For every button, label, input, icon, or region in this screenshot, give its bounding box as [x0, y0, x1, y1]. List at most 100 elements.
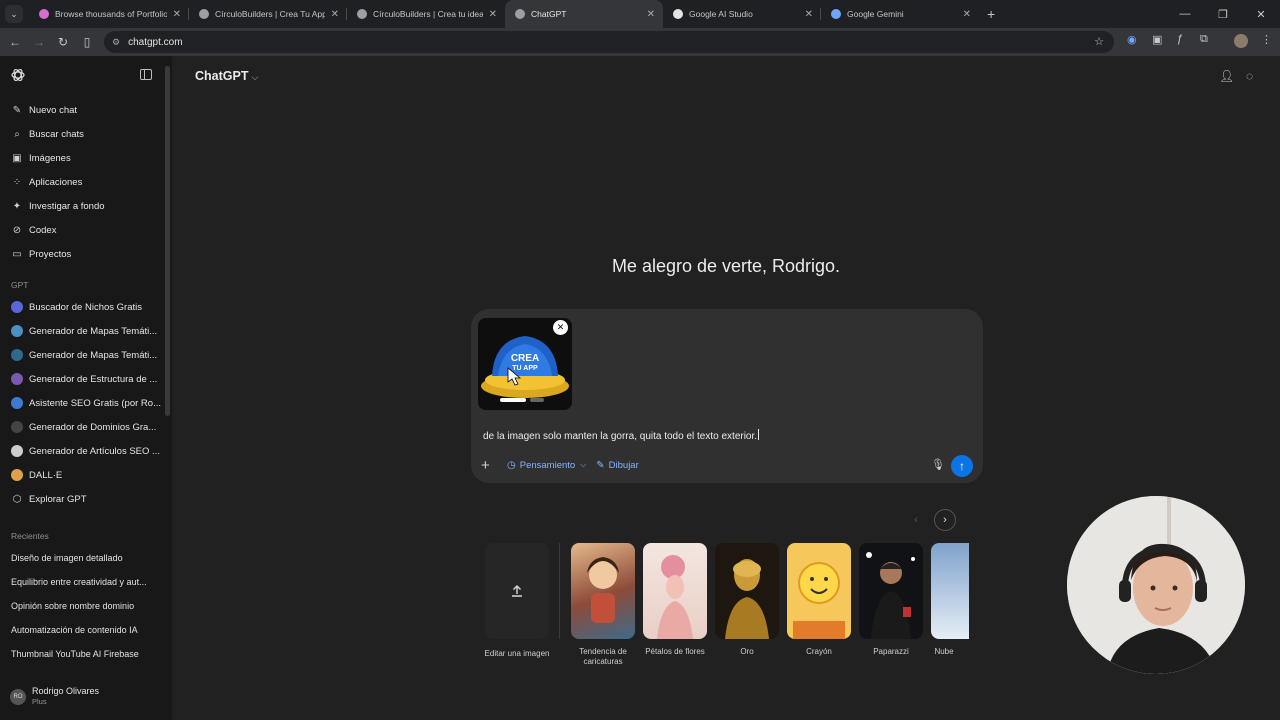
- browser-tab-active[interactable]: ChatGPT ✕: [505, 0, 663, 28]
- sidebar-item-1[interactable]: ⌕ Buscar chats: [0, 123, 165, 145]
- tab-close-icon[interactable]: ✕: [647, 9, 655, 20]
- style-card-cloud[interactable]: [931, 543, 969, 639]
- sidebar-gpt-item[interactable]: DALL·E: [0, 464, 165, 486]
- remove-attachment-close-icon[interactable]: ✕: [553, 320, 568, 335]
- tab-close-icon[interactable]: ✕: [331, 9, 339, 20]
- user-profile-button[interactable]: RO Rodrigo Olivares Plus: [10, 686, 99, 707]
- gpt-avatar-icon: [11, 349, 23, 361]
- style-card-label: Pétalos de flores: [645, 647, 705, 656]
- profile-avatar-icon[interactable]: [1234, 34, 1248, 48]
- thinking-mode-button[interactable]: ◷ Pensamiento ⌵: [507, 460, 586, 471]
- sidebar-gpt-item[interactable]: Generador de Estructura de ...: [0, 368, 165, 390]
- send-button[interactable]: ↑: [951, 455, 973, 477]
- recent-chat-item[interactable]: Equilibrio entre creatividad y aut...: [11, 577, 161, 587]
- sidebar-nav-icon: ▣: [12, 152, 22, 164]
- restore-icon[interactable]: ❐: [1204, 8, 1242, 21]
- address-bar[interactable]: ⚙ chatgpt.com ☆: [104, 31, 1114, 53]
- sidebar-gpt-item[interactable]: Asistente SEO Gratis (por Ro...: [0, 392, 165, 414]
- tab-close-icon[interactable]: ✕: [489, 9, 497, 20]
- recent-chat-item[interactable]: Automatización de contenido IA: [11, 625, 161, 635]
- extensions-puzzle-icon[interactable]: ⧉: [1200, 33, 1208, 46]
- gpt-avatar-icon: [11, 397, 23, 409]
- gpt-avatar-icon: [11, 445, 23, 457]
- style-card-label: Oro: [740, 647, 754, 656]
- browser-menu-icon[interactable]: ⋮: [1261, 33, 1272, 46]
- minimize-icon[interactable]: —: [1166, 8, 1204, 20]
- site-info-icon[interactable]: ⚙: [112, 37, 120, 48]
- tab-close-icon[interactable]: ✕: [805, 9, 813, 20]
- bookmark-star-icon[interactable]: ☆: [1094, 35, 1104, 48]
- recent-chat-item[interactable]: Diseño de imagen detallado: [11, 553, 161, 563]
- message-composer[interactable]: CREA TU APP ✕ de la imagen solo manten l…: [471, 309, 983, 483]
- sidebar-scrollbar[interactable]: [165, 66, 170, 416]
- sidebar-gpt-item[interactable]: Buscador de Nichos Gratis: [0, 296, 165, 318]
- svg-text:TU APP: TU APP: [512, 365, 538, 372]
- sidebar-gpt-item[interactable]: Generador de Mapas Temáti...: [0, 344, 165, 366]
- model-selector[interactable]: ChatGPT ⌵: [195, 69, 258, 83]
- sidebar-gpt-item[interactable]: Generador de Artículos SEO ...: [0, 440, 165, 462]
- extension-icon[interactable]: ƒ: [1177, 33, 1183, 45]
- microphone-icon[interactable]: 🎙︎: [931, 458, 945, 471]
- browser-tab[interactable]: Google Gemini ✕: [821, 0, 979, 28]
- tab-favicon-icon: [39, 9, 49, 19]
- petals-image: [657, 555, 693, 639]
- share-user-icon[interactable]: 👤︎: [1219, 69, 1234, 83]
- style-card-gold[interactable]: [715, 543, 779, 639]
- temporary-chat-icon[interactable]: ◌: [1246, 69, 1253, 83]
- forward-icon[interactable]: →: [27, 35, 51, 49]
- toggle-sidebar-icon[interactable]: [140, 69, 152, 80]
- style-card-label: Tendencia de caricaturas: [579, 647, 627, 666]
- sidebar-item-0[interactable]: ✎ Nuevo chat: [0, 99, 165, 121]
- style-card-label: Crayón: [806, 647, 832, 656]
- style-card-crayon[interactable]: [787, 543, 851, 639]
- sidebar: ✎ Nuevo chat ⌕ Buscar chats ▣ Imágenes ⁘ Aplica…: [0, 56, 172, 720]
- svg-text:CREA: CREA: [511, 353, 539, 364]
- sidebar-gpt-item[interactable]: Generador de Mapas Temáti...: [0, 320, 165, 342]
- sidebar-item-4[interactable]: ✦ Investigar a fondo: [0, 195, 165, 217]
- extension-icon[interactable]: ▣: [1152, 33, 1162, 46]
- gpt-avatar-icon: [11, 301, 23, 313]
- sidebar-item-explore-gpt[interactable]: ⬡ Explorar GPT: [0, 488, 165, 510]
- edit-image-card[interactable]: [485, 543, 549, 639]
- carousel-prev-icon[interactable]: ‹: [905, 509, 927, 531]
- browser-tab[interactable]: CírculoBuilders | Crea Tu App c ✕: [189, 0, 347, 28]
- new-tab-icon[interactable]: +: [979, 0, 1003, 28]
- sidebar-item-2[interactable]: ▣ Imágenes: [0, 147, 165, 169]
- tab-search-icon[interactable]: ⌄: [5, 5, 23, 23]
- tab-close-icon[interactable]: ✕: [173, 9, 181, 20]
- browser-tab[interactable]: Google AI Studio ✕: [663, 0, 821, 28]
- openai-logo-icon[interactable]: [10, 67, 26, 83]
- url-text: chatgpt.com: [128, 36, 183, 48]
- carousel-next-icon[interactable]: ›: [934, 509, 956, 531]
- style-card-caricature[interactable]: [571, 543, 635, 639]
- draw-button[interactable]: ✎ Dibujar: [596, 460, 639, 471]
- style-card-paparazzi[interactable]: [859, 543, 923, 639]
- sidebar-item-6[interactable]: ▭ Proyectos: [0, 243, 165, 265]
- recent-chat-item[interactable]: Thumbnail YouTube AI Firebase: [11, 649, 161, 659]
- user-plan: Plus: [32, 697, 47, 706]
- browser-tab[interactable]: Browse thousands of Portfolio ✕: [29, 0, 189, 28]
- style-card-label: Nube: [934, 647, 954, 656]
- browser-tab-strip: ⌄ Browse thousands of Portfolio ✕ Círcul…: [0, 0, 1280, 28]
- sidebar-item-5[interactable]: ⊘ Codex: [0, 219, 165, 241]
- reload-icon[interactable]: ↻: [51, 35, 75, 49]
- tab-close-icon[interactable]: ✕: [963, 9, 971, 20]
- style-card-petals[interactable]: [643, 543, 707, 639]
- browser-tab[interactable]: CírculoBuilders | Crea tu idea h ✕: [347, 0, 505, 28]
- prompt-input[interactable]: de la imagen solo manten la gorra, quita…: [483, 429, 760, 442]
- recent-chat-item[interactable]: Opinión sobre nombre dominio: [11, 601, 161, 611]
- side-panel-icon[interactable]: ▯: [75, 35, 99, 49]
- webcam-overlay: [1067, 496, 1245, 674]
- tab-favicon-icon: [199, 9, 209, 19]
- window-controls: — ❐ ✕: [1166, 0, 1280, 28]
- add-attachment-plus-icon[interactable]: +: [481, 457, 497, 474]
- sidebar-gpt-item[interactable]: Generador de Dominios Gra...: [0, 416, 165, 438]
- extension-icon[interactable]: ◉: [1127, 33, 1137, 46]
- close-window-icon[interactable]: ✕: [1242, 8, 1280, 21]
- back-icon[interactable]: ←: [3, 35, 27, 49]
- user-name: Rodrigo Olivares: [32, 686, 100, 696]
- sidebar-nav-icon: ⁘: [12, 176, 22, 188]
- sidebar-nav-icon: ⊘: [12, 224, 22, 236]
- sidebar-item-3[interactable]: ⁘ Aplicaciones: [0, 171, 165, 193]
- chevron-down-icon: ⌵: [580, 460, 587, 469]
